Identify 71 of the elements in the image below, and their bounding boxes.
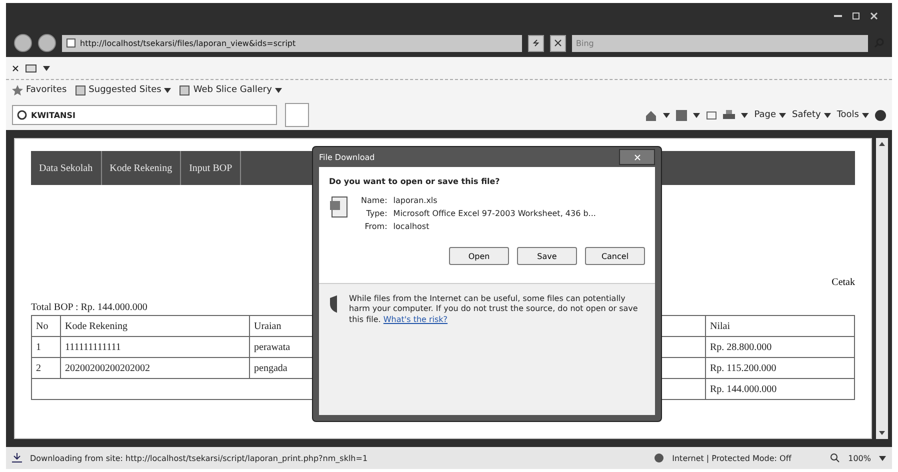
dialog-button[interactable]: Cancel — [585, 247, 645, 265]
caret-icon — [43, 66, 50, 70]
field-label: From: — [364, 222, 388, 231]
favorites-item[interactable]: Suggested Sites — [74, 84, 172, 96]
command-menu[interactable]: Safety — [792, 110, 831, 120]
minimize-icon[interactable] — [834, 14, 842, 18]
close-icon[interactable] — [12, 64, 19, 72]
menu-item[interactable]: Kode Rekening — [102, 151, 182, 185]
command-menu[interactable]: Tools — [836, 110, 869, 120]
caret-icon — [741, 112, 748, 118]
table-cell: Rp. 144.000.000 — [706, 378, 854, 400]
back-button[interactable] — [14, 34, 32, 52]
status-message: Downloading from site: http://localhost/tsekarsi/script/laporan_print.php?nm_sklh=1 — [30, 454, 369, 462]
dialog-title: File Download — [319, 152, 375, 162]
menu-item[interactable]: Data Sekolah — [31, 151, 102, 185]
favorites-item[interactable]: Favorites — [12, 84, 67, 96]
field-label: Name: — [361, 196, 388, 205]
forward-button[interactable] — [38, 34, 56, 52]
stop-button[interactable] — [550, 34, 566, 52]
spreadsheet-file-icon — [329, 196, 349, 218]
table-cell: 20200200200202002 — [60, 358, 250, 378]
column-header: No — [32, 316, 60, 336]
table-cell: Rp. 28.800.000 — [706, 336, 854, 358]
maximize-icon[interactable] — [852, 12, 860, 20]
printer-icon[interactable] — [723, 110, 736, 120]
scroll-bar[interactable] — [876, 138, 888, 439]
loading-icon — [17, 110, 27, 120]
download-icon — [12, 453, 22, 463]
close-icon — [554, 39, 562, 47]
page-icon — [66, 38, 76, 48]
lightning-icon — [532, 39, 540, 47]
refresh-button[interactable] — [528, 34, 544, 52]
field-value: Microsoft Office Excel 97-2003 Worksheet, 436 b... — [393, 209, 596, 218]
security-zone: Internet | Protected Mode: Off — [672, 454, 792, 462]
star-icon — [12, 84, 23, 96]
zoom-level[interactable]: 100% — [848, 454, 871, 462]
dialog-button[interactable]: Open — [449, 247, 509, 265]
command-menu[interactable]: Page — [754, 110, 786, 120]
caret-icon — [663, 112, 670, 118]
risk-link[interactable]: What's the risk? — [383, 314, 448, 324]
table-cell: 1 — [32, 336, 60, 358]
close-button[interactable] — [619, 149, 655, 165]
total-text: Total BOP : Rp. 144.000.000 — [31, 302, 148, 313]
zoom-icon[interactable] — [830, 453, 840, 463]
field-value: laporan.xls — [393, 196, 438, 205]
page-icon — [74, 84, 86, 96]
column-header: Kode Rekening — [60, 316, 250, 336]
url-text: http://localhost/tsekarsi/files/laporan_view&ids=script — [80, 38, 296, 48]
menu-item[interactable]: Input BOP — [181, 151, 242, 185]
table-cell: 111111111111 — [60, 336, 250, 358]
address-field[interactable]: http://localhost/tsekarsi/files/laporan_view&ids=script — [62, 34, 522, 52]
favorites-item[interactable]: Web Slice Gallery — [179, 84, 282, 96]
new-tab-button[interactable] — [285, 103, 309, 127]
field-value: localhost — [393, 222, 430, 231]
page-icon — [179, 84, 190, 96]
caret-icon — [879, 456, 886, 460]
dialog-button[interactable]: Save — [517, 247, 577, 265]
mail-icon[interactable] — [25, 63, 37, 73]
close-icon — [634, 154, 640, 160]
table-cell: 2 — [32, 358, 60, 378]
shield-icon — [329, 294, 337, 314]
dialog-question: Do you want to open or save this file? — [329, 177, 501, 186]
caret-icon — [693, 112, 700, 118]
field-label: Type: — [365, 209, 388, 218]
table-cell: Rp. 115.200.000 — [706, 358, 854, 378]
search-field[interactable]: Bing — [572, 34, 868, 52]
home-icon[interactable] — [645, 110, 658, 120]
browser-tab[interactable]: KWITANSI — [12, 105, 277, 125]
column-header: Nilai — [706, 316, 854, 336]
mail-icon[interactable] — [706, 110, 718, 120]
print-link[interactable]: Cetak — [832, 277, 855, 288]
